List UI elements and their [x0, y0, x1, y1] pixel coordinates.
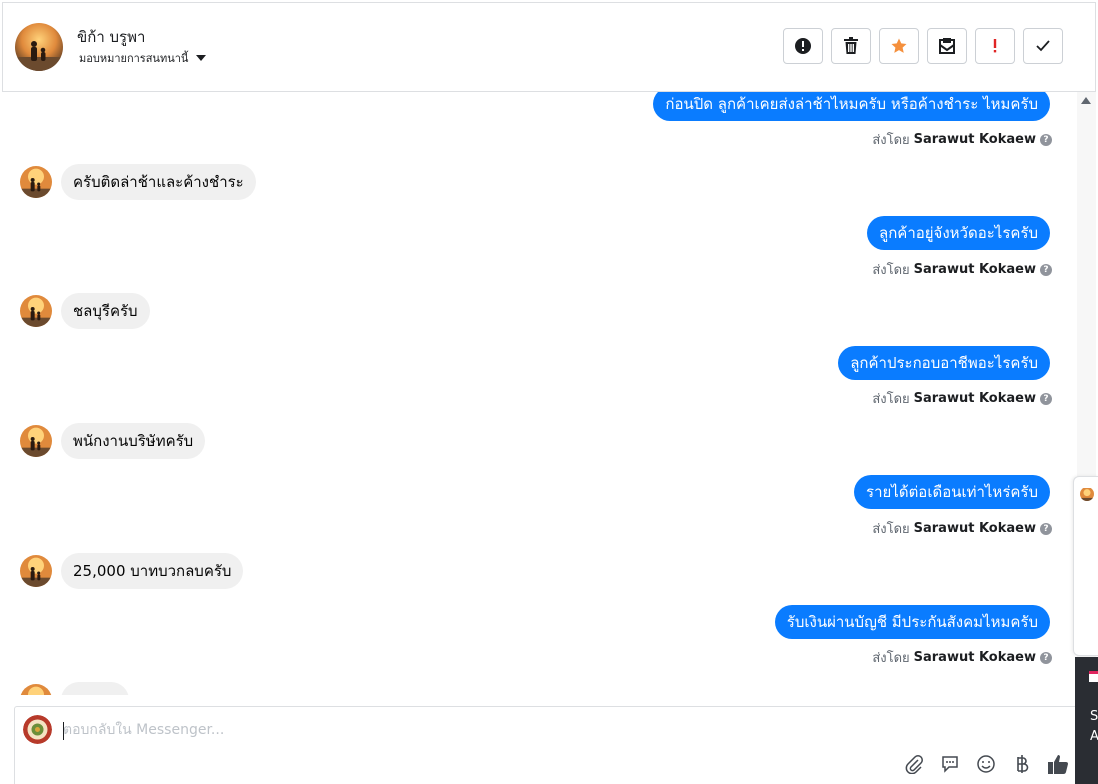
outgoing-message[interactable]: รายได้ต่อเดือนเท่าไหร่ครับ — [854, 475, 1050, 509]
sent-by-label: ส่งโดย Sarawut Kokaew ? — [872, 259, 1052, 280]
side-notification-panel[interactable]: S A — [1075, 657, 1098, 784]
incoming-message-partial[interactable] — [61, 682, 129, 695]
agent-name[interactable]: Sarawut Kokaew — [914, 132, 1036, 147]
help-icon[interactable]: ? — [1040, 651, 1052, 664]
incoming-message[interactable]: 25,000 บาทบวกลบครับ — [61, 553, 244, 589]
agent-name[interactable]: Sarawut Kokaew — [914, 650, 1036, 665]
text-cursor — [63, 722, 64, 740]
delete-button[interactable] — [831, 28, 871, 64]
alert-circle-icon — [795, 38, 811, 54]
contact-avatar-small[interactable] — [20, 295, 52, 327]
incoming-message-row: ชลบุรีครับ — [20, 293, 150, 329]
emoji-icon[interactable] — [975, 753, 997, 775]
chat-preview-popup[interactable] — [1073, 476, 1098, 656]
sent-by-label: ส่งโดย Sarawut Kokaew ? — [872, 388, 1052, 409]
incoming-message-row: 25,000 บาทบวกลบครับ — [20, 553, 244, 589]
side-panel-text: A — [1090, 729, 1098, 744]
composer-toolbar — [903, 753, 1069, 775]
spam-button[interactable] — [783, 28, 823, 64]
flag-button[interactable] — [975, 28, 1015, 64]
agent-name[interactable]: Sarawut Kokaew — [914, 521, 1036, 536]
header-toolbar — [783, 28, 1063, 64]
reply-input[interactable] — [63, 717, 963, 743]
sent-by-label: ส่งโดย Sarawut Kokaew ? — [872, 518, 1052, 539]
calendar-icon — [1089, 671, 1098, 682]
conversation-header: ขิก้า บรูพา มอบหมายการสนทนานี้ — [2, 2, 1096, 92]
star-button[interactable] — [879, 28, 919, 64]
reply-composer — [14, 706, 1076, 784]
contact-avatar-small[interactable] — [20, 166, 52, 198]
envelope-open-icon — [939, 38, 955, 54]
outgoing-message[interactable]: ลูกค้าอยู่จังหวัดอะไรครับ — [867, 216, 1050, 250]
exclamation-icon — [993, 39, 997, 53]
page-avatar — [23, 715, 52, 744]
sent-by-prefix: ส่งโดย — [872, 392, 910, 407]
sent-by-label: ส่งโดย Sarawut Kokaew ? — [872, 129, 1052, 150]
paperclip-icon[interactable] — [903, 753, 925, 775]
star-icon — [891, 38, 907, 53]
outgoing-message[interactable]: รับเงินผ่านบัญชี มีประกันสังคมไหมครับ — [774, 605, 1050, 639]
outgoing-message[interactable]: ก่อนปิด ลูกค้าเคยส่งล่าช้าไหมครับ หรือค้… — [653, 92, 1050, 121]
mark-unread-button[interactable] — [927, 28, 967, 64]
contact-avatar-small[interactable] — [20, 684, 52, 695]
contact-avatar-small[interactable] — [20, 555, 52, 587]
incoming-message-row: พนักงานบริษัทครับ — [20, 423, 206, 459]
incoming-message-row-partial — [20, 682, 129, 695]
contact-avatar-small[interactable] — [20, 425, 52, 457]
contact-avatar[interactable] — [15, 23, 63, 71]
scroll-up-arrow-icon[interactable] — [1081, 97, 1091, 104]
incoming-message[interactable]: ครับติดล่าช้าและค้างชำระ — [61, 164, 256, 200]
help-icon[interactable]: ? — [1040, 392, 1052, 405]
incoming-message[interactable]: ชลบุรีครับ — [61, 293, 150, 329]
help-icon[interactable]: ? — [1040, 133, 1052, 146]
saved-reply-icon[interactable] — [939, 753, 961, 775]
sent-by-prefix: ส่งโดย — [872, 522, 910, 537]
sent-by-label: ส่งโดย Sarawut Kokaew ? — [872, 647, 1052, 668]
message-thread[interactable]: ก่อนปิด ลูกค้าเคยส่งล่าช้าไหมครับ หรือค้… — [2, 92, 1077, 695]
help-icon[interactable]: ? — [1040, 522, 1052, 535]
incoming-message-row: ครับติดล่าช้าและค้างชำระ — [20, 164, 256, 200]
agent-name[interactable]: Sarawut Kokaew — [914, 262, 1036, 277]
sent-by-prefix: ส่งโดย — [872, 651, 910, 666]
help-icon[interactable]: ? — [1040, 263, 1052, 276]
agent-name[interactable]: Sarawut Kokaew — [914, 391, 1036, 406]
chevron-down-icon — [196, 55, 207, 61]
assign-label: มอบหมายการสนทนานี้ — [79, 52, 189, 65]
side-panel-text: S — [1090, 709, 1098, 724]
trash-icon — [844, 37, 858, 54]
sent-by-prefix: ส่งโดย — [872, 263, 910, 278]
outgoing-message[interactable]: ลูกค้าประกอบอาชีพอะไรครับ — [838, 346, 1050, 380]
check-icon — [1036, 40, 1050, 52]
contact-avatar-mini — [1080, 487, 1094, 501]
sent-by-prefix: ส่งโดย — [872, 133, 910, 148]
baht-icon[interactable] — [1011, 753, 1033, 775]
thumbs-up-icon[interactable] — [1047, 753, 1069, 775]
incoming-message[interactable]: พนักงานบริษัทครับ — [61, 423, 206, 459]
done-button[interactable] — [1023, 28, 1063, 64]
assign-conversation-dropdown[interactable]: มอบหมายการสนทนานี้ — [79, 49, 207, 67]
contact-name: ขิก้า บรูพา — [77, 28, 146, 46]
